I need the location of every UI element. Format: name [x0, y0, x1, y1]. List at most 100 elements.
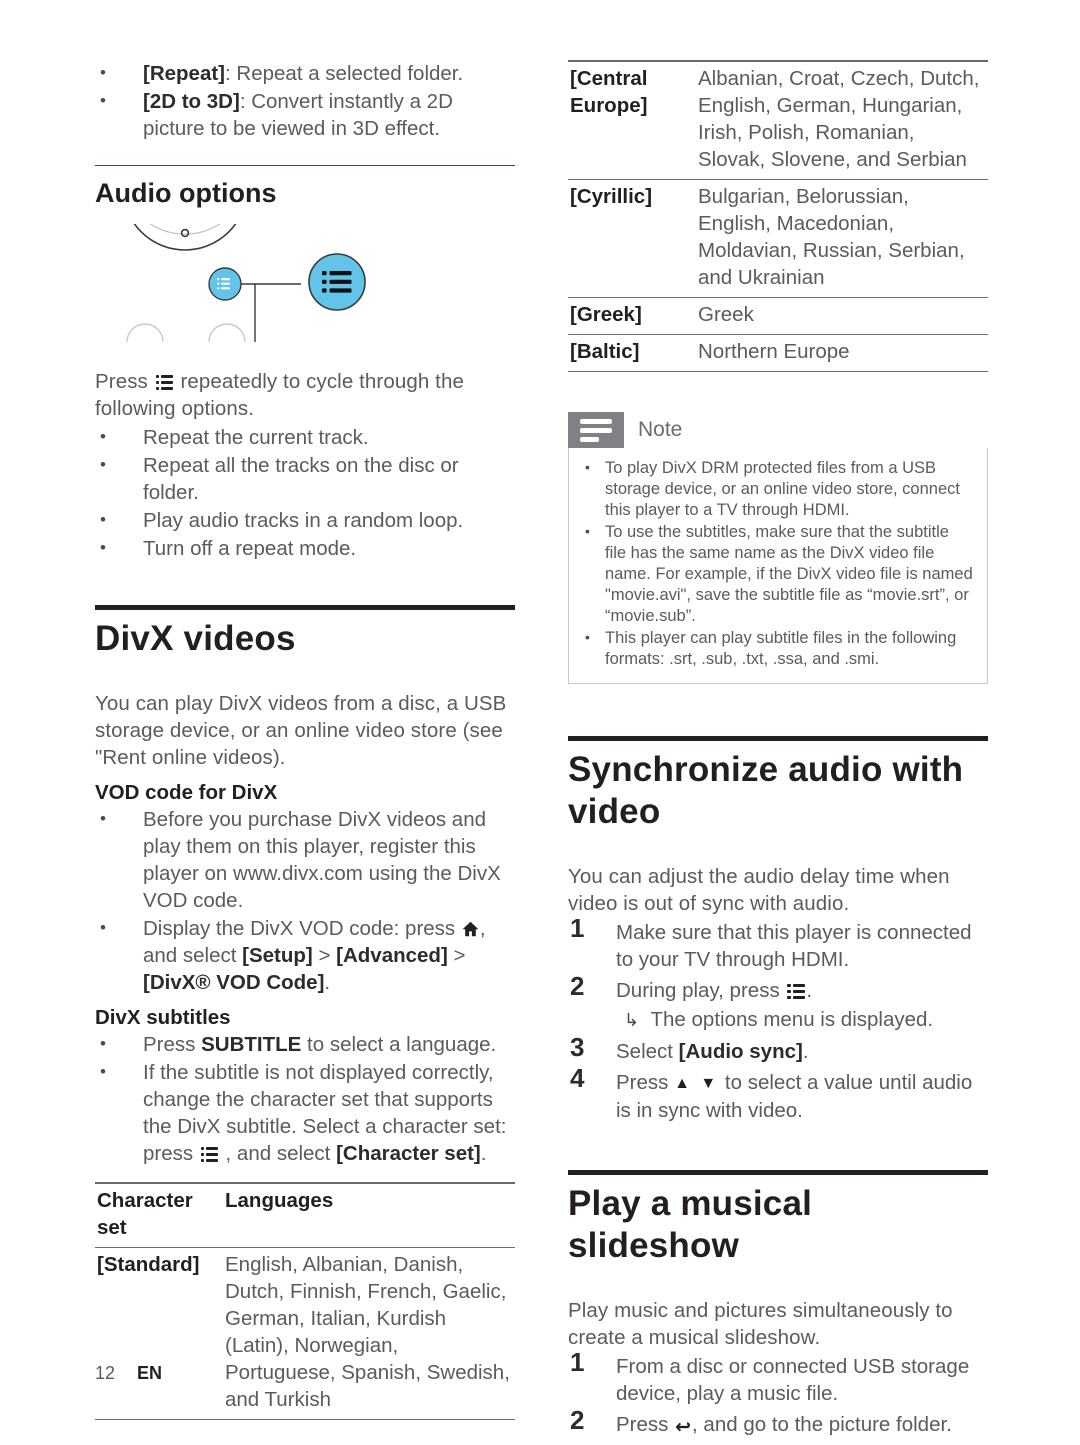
list-item: Press ▲ ▼ to select a value until audio … — [568, 1065, 988, 1124]
charset-languages-cyrillic: Bulgarian, Belorussian, English, Macedon… — [696, 179, 988, 298]
list-item: Before you purchase DivX videos and play… — [95, 805, 515, 914]
subtitle-b2-mid: , and select — [219, 1142, 337, 1165]
menu-path-setup: [Setup] — [242, 944, 313, 967]
sync-audio-steps: Make sure that this player is connected … — [568, 915, 988, 1124]
list-item: [Repeat]: Repeat a selected folder. — [95, 59, 515, 87]
note-title: Note — [638, 418, 683, 441]
note-lines-icon — [568, 412, 624, 448]
options-icon — [200, 1147, 219, 1162]
divx-intro-paragraph: You can play DivX videos from a disc, a … — [95, 692, 507, 769]
list-item: From a disc or connected USB storage dev… — [570, 1349, 970, 1405]
left-column: [Repeat]: Repeat a selected folder. [2D … — [95, 59, 515, 1420]
list-item: Make sure that this player is connected … — [570, 915, 972, 971]
remote-control-figure-svg — [122, 185, 366, 343]
divx-subtitles-bullet-list: Press SUBTITLE to select a language. If … — [95, 1030, 515, 1167]
musical-slideshow-intro: Play music and pictures simultaneously t… — [568, 1299, 953, 1349]
sync-audio-rule — [568, 736, 988, 741]
charset-name-standard: [Standard] — [95, 1247, 223, 1420]
column-header-character-set: Character set — [95, 1182, 223, 1248]
table-row: [Cyrillic] Bulgarian, Belorussian, Engli… — [568, 179, 988, 298]
options-icon — [155, 375, 174, 390]
list-item: To play DivX DRM protected files from a … — [575, 457, 973, 521]
table-row: [Baltic] Northern Europe — [568, 334, 988, 372]
charset-languages-greek: Greek — [696, 297, 988, 335]
result-arrow-icon: ↳ — [624, 1010, 640, 1030]
slideshow-step2-post: , and go to the picture folder. — [692, 1413, 952, 1436]
sync-step2-post: . — [806, 979, 813, 1002]
charset-name-central-europe: [Central Europe] — [568, 60, 696, 180]
charset-name-baltic: [Baltic] — [568, 334, 696, 372]
subtitle-b1-pre: Press — [143, 1033, 202, 1056]
divx-subtitles-heading: DivX subtitles — [95, 1006, 231, 1029]
back-arrow-icon: ↩ — [675, 1417, 692, 1438]
charset-languages-standard: English, Albanian, Danish, Dutch, Finnis… — [223, 1247, 515, 1420]
character-set-table-continued: [Central Europe] Albanian, Croat, Czech,… — [568, 60, 988, 372]
audio-options-heading: Audio options — [95, 178, 277, 208]
character-set-table: Character set Languages [Standard] Engli… — [95, 1182, 515, 1420]
subtitle-b1-post: to select a language. — [301, 1033, 497, 1056]
page-footer: 12 EN — [95, 1363, 162, 1384]
audio-options-rule — [95, 165, 515, 166]
list-item: Turn off a repeat mode. — [95, 534, 515, 562]
subtitle-b2-end: . — [480, 1142, 487, 1165]
list-item: Select [Audio sync]. — [568, 1034, 988, 1065]
list-item: Press SUBTITLE to select a language. — [95, 1030, 515, 1058]
vod-code-heading: VOD code for DivX — [95, 781, 278, 804]
menu-separator-2: > — [447, 944, 466, 967]
audio-options-intro: Press repeatedly to cycle through the fo… — [95, 368, 515, 422]
table-header-row: Character set Languages — [95, 1182, 515, 1248]
option-desc-repeat: : Repeat a selected folder. — [225, 62, 464, 85]
charset-languages-baltic: Northern Europe — [696, 334, 988, 372]
list-item: [2D to 3D]: Convert instantly a 2D pictu… — [95, 87, 515, 142]
table-row: [Greek] Greek — [568, 297, 988, 335]
top-options-bullet-list: [Repeat]: Repeat a selected folder. [2D … — [95, 59, 515, 142]
right-column: [Central Europe] Albanian, Croat, Czech,… — [568, 60, 988, 1445]
note-header: Note — [568, 412, 988, 448]
option-label-repeat: [Repeat] — [143, 62, 226, 85]
divx-videos-rule — [95, 605, 515, 610]
sync-audio-intro: You can adjust the audio delay time when… — [568, 865, 950, 915]
menu-path-divx-vod-code: [DivX® VOD Code] — [143, 971, 325, 994]
menu-path-audio-sync: [Audio sync] — [678, 1040, 803, 1063]
audio-options-bullet-list: Repeat the current track. Repeat all the… — [95, 423, 515, 562]
sync-step3-pre: Select — [616, 1040, 679, 1063]
vod-bullet2-pre: Display the DivX VOD code: press — [143, 917, 461, 940]
option-label-2d-to-3d: [2D to 3D] — [143, 90, 240, 113]
home-icon — [462, 917, 479, 937]
list-item: To use the subtitles, make sure that the… — [575, 521, 973, 627]
list-item: Press ↩, and go to the picture folder. — [568, 1407, 988, 1441]
menu-path-character-set: [Character set] — [336, 1142, 481, 1165]
options-icon — [787, 984, 805, 999]
sync-step4-pre: Press — [616, 1071, 675, 1094]
charset-name-cyrillic: [Cyrillic] — [568, 179, 696, 298]
vod-bullet2-end: . — [324, 971, 331, 994]
sync-step2-result-text: The options menu is displayed. — [650, 1008, 934, 1031]
charset-languages-central-europe: Albanian, Croat, Czech, Dutch, English, … — [696, 60, 988, 180]
intro-pre-text: Press — [95, 370, 154, 393]
list-item: During play, press . ↳ The options menu … — [568, 973, 988, 1034]
list-item: Play audio tracks in a random loop. — [95, 506, 515, 534]
list-item: If the subtitle is not displayed correct… — [95, 1058, 515, 1167]
column-header-languages: Languages — [223, 1182, 515, 1248]
menu-separator-1: > — [312, 944, 337, 967]
manual-page: [Repeat]: Repeat a selected folder. [2D … — [0, 0, 1080, 1440]
sync-step2-pre: During play, press — [616, 979, 786, 1002]
table-row: [Central Europe] Albanian, Croat, Czech,… — [568, 60, 988, 180]
up-down-arrows-icon: ▲ ▼ — [674, 1075, 720, 1092]
note-body: To play DivX DRM protected files from a … — [568, 448, 988, 684]
divx-videos-heading: DivX videos — [95, 619, 296, 658]
list-item: Repeat the current track. — [95, 423, 515, 451]
page-language-code: EN — [137, 1363, 163, 1383]
note-bullet-list: To play DivX DRM protected files from a … — [575, 457, 973, 670]
subtitle-button-label: SUBTITLE — [201, 1033, 302, 1056]
musical-slideshow-rule — [568, 1170, 988, 1175]
musical-slideshow-steps: From a disc or connected USB storage dev… — [568, 1349, 988, 1441]
remote-control-illustration — [105, 185, 405, 343]
page-number: 12 — [95, 1363, 116, 1383]
vod-code-bullet-list: Before you purchase DivX videos and play… — [95, 805, 515, 996]
list-item: Display the DivX VOD code: press , and s… — [95, 914, 515, 996]
list-item: Repeat all the tracks on the disc or fol… — [95, 451, 515, 506]
musical-slideshow-heading: Play a musical slideshow — [568, 1184, 813, 1265]
table-row: [Standard] English, Albanian, Danish, Du… — [95, 1247, 515, 1420]
slideshow-step2-pre: Press — [616, 1413, 675, 1436]
